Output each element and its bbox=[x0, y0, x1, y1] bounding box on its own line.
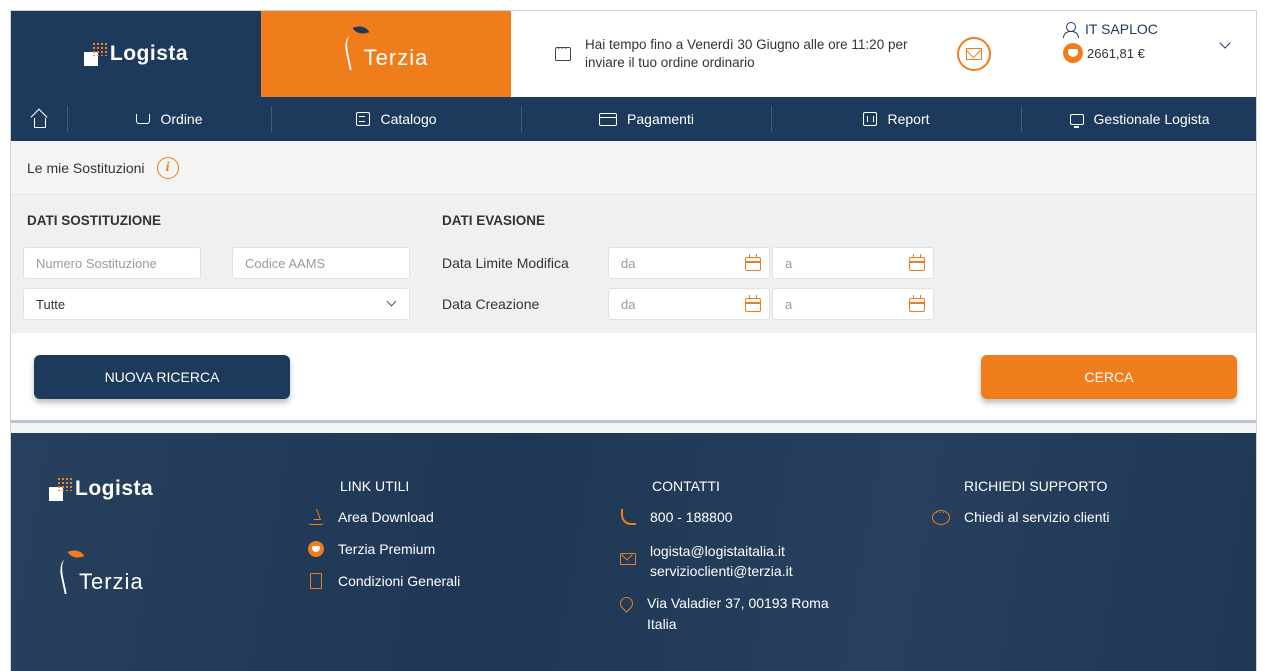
envelope-icon bbox=[966, 48, 982, 60]
header: Logista Terzia Hai tempo fino a Venerdì … bbox=[11, 11, 1256, 97]
email-logista[interactable]: logista@logistaitalia.it bbox=[650, 541, 793, 561]
report-icon bbox=[863, 112, 878, 126]
email-terzia[interactable]: servizioclienti@terzia.it bbox=[650, 561, 793, 581]
calendar-icon[interactable] bbox=[745, 295, 761, 312]
new-search-button[interactable]: NUOVA RICERCA bbox=[34, 355, 290, 399]
footer-terzia-logo: Terzia bbox=[57, 546, 144, 595]
terzia-logo: Terzia bbox=[342, 22, 429, 71]
support-link[interactable]: Chiedi al servizio clienti bbox=[932, 507, 1110, 525]
document-icon bbox=[310, 573, 322, 589]
nav-item-pagamenti[interactable]: Pagamenti bbox=[521, 106, 771, 132]
phone-icon bbox=[620, 509, 636, 525]
download-icon bbox=[308, 509, 324, 525]
link-terzia-premium[interactable]: Terzia Premium bbox=[308, 541, 435, 557]
user-menu[interactable]: IT SAPLOC 2661,81 € bbox=[1063, 21, 1158, 63]
contact-address: Via Valadier 37, 00193 Roma Italia bbox=[617, 593, 829, 635]
info-icon[interactable]: i bbox=[156, 156, 179, 179]
calendar-icon[interactable] bbox=[909, 295, 925, 312]
search-button[interactable]: CERCA bbox=[981, 355, 1237, 399]
support-title: RICHIEDI SUPPORTO bbox=[964, 478, 1108, 494]
nav-home[interactable] bbox=[11, 110, 67, 128]
card-icon bbox=[599, 112, 618, 126]
app-frame: Logista Terzia Hai tempo fino a Venerdì … bbox=[10, 10, 1257, 671]
links-title: LINK UTILI bbox=[340, 478, 410, 494]
monitor-icon bbox=[1069, 113, 1084, 128]
home-icon bbox=[30, 110, 48, 128]
footer-logista-logo: Logista bbox=[49, 477, 153, 501]
user-name-row: IT SAPLOC bbox=[1063, 21, 1158, 38]
page-title-bar: Le mie Sostituzioni i bbox=[11, 141, 1256, 195]
premium-icon bbox=[308, 541, 324, 557]
location-pin-icon bbox=[617, 594, 636, 613]
chevron-down-icon[interactable] bbox=[1219, 37, 1231, 49]
address-line-1: Via Valadier 37, 00193 Roma bbox=[647, 595, 829, 611]
nav-item-report[interactable]: Report bbox=[771, 106, 1021, 132]
nav-item-gestionale[interactable]: Gestionale Logista bbox=[1021, 106, 1256, 132]
mail-button[interactable] bbox=[957, 37, 991, 71]
contact-emails: logista@logistaitalia.it servizioclienti… bbox=[620, 541, 793, 581]
catalog-icon bbox=[356, 112, 371, 126]
user-name: IT SAPLOC bbox=[1085, 21, 1158, 37]
logista-logo: Logista bbox=[83, 42, 188, 66]
contact-phone[interactable]: 800 - 188800 bbox=[620, 509, 733, 525]
cart-icon bbox=[136, 114, 151, 124]
actions-bar: NUOVA RICERCA CERCA bbox=[11, 333, 1256, 423]
link-condizioni-generali[interactable]: Condizioni Generali bbox=[308, 573, 460, 589]
address-line-2: Italia bbox=[647, 616, 677, 632]
terzia-logo-block[interactable]: Terzia bbox=[261, 11, 511, 97]
data-limite-label: Data Limite Modifica bbox=[442, 255, 569, 271]
user-icon bbox=[1063, 22, 1079, 38]
terzia-stem-icon bbox=[342, 33, 366, 71]
chat-icon bbox=[932, 507, 950, 525]
codice-aams-input[interactable]: Codice AAMS bbox=[232, 247, 410, 279]
terzia-stem-icon bbox=[57, 557, 81, 595]
logista-logo-block[interactable]: Logista bbox=[11, 11, 261, 97]
footer: Logista Terzia LINK UTILI Area Download … bbox=[11, 433, 1256, 671]
premium-coin-icon bbox=[1063, 43, 1083, 63]
data-limite-from-input[interactable]: da bbox=[608, 247, 770, 279]
mail-icon bbox=[620, 553, 636, 565]
data-limite-to-input[interactable]: a bbox=[772, 247, 934, 279]
nav-item-catalogo[interactable]: Catalogo bbox=[271, 106, 521, 132]
data-creazione-from-input[interactable]: da bbox=[608, 288, 770, 320]
deadline-text: Hai tempo fino a Venerdì 30 Giugno alle … bbox=[585, 37, 908, 70]
section-title-evasione: DATI EVASIONE bbox=[442, 213, 546, 228]
calendar-icon[interactable] bbox=[745, 254, 761, 271]
chevron-down-icon bbox=[386, 296, 397, 307]
balance-row: 2661,81 € bbox=[1063, 43, 1158, 63]
order-deadline-notice: Hai tempo fino a Venerdì 30 Giugno alle … bbox=[511, 11, 1256, 97]
section-title-sostituzione: DATI SOSTITUZIONE bbox=[27, 213, 161, 228]
link-area-download[interactable]: Area Download bbox=[308, 509, 434, 525]
logista-mark-icon bbox=[49, 477, 73, 501]
search-filters: DATI SOSTITUZIONE DATI EVASIONE Numero S… bbox=[11, 195, 1256, 333]
balance-value: 2661,81 € bbox=[1087, 45, 1145, 61]
page-title: Le mie Sostituzioni bbox=[27, 159, 145, 176]
calendar-icon[interactable] bbox=[909, 254, 925, 271]
contacts-title: CONTATTI bbox=[652, 478, 720, 494]
status-select[interactable]: Tutte bbox=[23, 288, 410, 320]
nav-item-ordine[interactable]: Ordine bbox=[67, 106, 271, 132]
data-creazione-label: Data Creazione bbox=[442, 296, 540, 312]
main-nav: Ordine Catalogo Pagamenti Report Gestion… bbox=[11, 97, 1256, 141]
logista-mark-icon bbox=[83, 42, 108, 66]
data-creazione-to-input[interactable]: a bbox=[772, 288, 934, 320]
message-icon bbox=[555, 43, 571, 61]
numero-sostituzione-input[interactable]: Numero Sostituzione bbox=[23, 247, 201, 279]
